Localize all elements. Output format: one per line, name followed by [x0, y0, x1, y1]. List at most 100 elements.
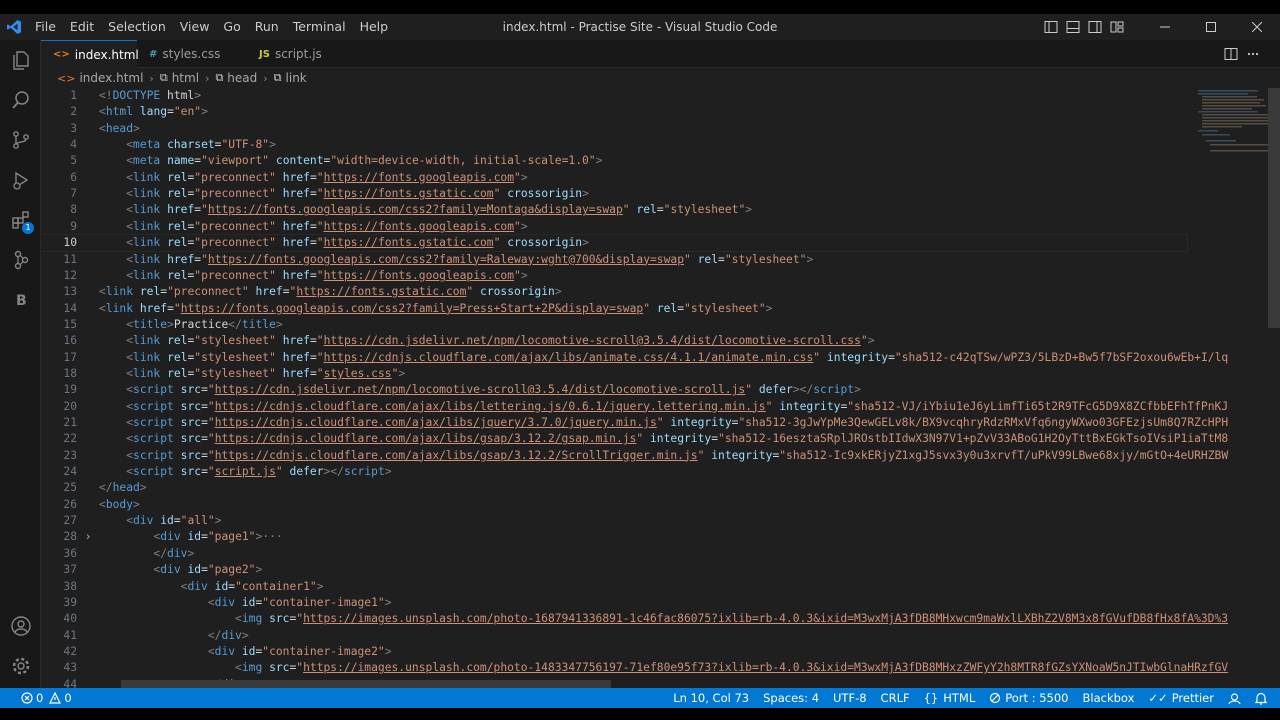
code-token: "container1"	[235, 579, 317, 593]
title-bar-controls	[1040, 14, 1280, 40]
code-line[interactable]: 10 <link rel="preconnect" href="https://…	[41, 234, 1188, 253]
git-graph-icon[interactable]	[0, 240, 41, 280]
code-line[interactable]: 7 <link rel="preconnect" href="https://f…	[41, 186, 1187, 202]
line-number: 42	[63, 644, 77, 658]
code-token: =	[201, 465, 208, 479]
code-line[interactable]: 16 <link rel="stylesheet" href="https://…	[41, 333, 1187, 349]
code-line[interactable]: 42 <div id="container-image2">	[41, 644, 1187, 660]
code-editor[interactable]: 1 <!DOCTYPE html> 2 <html lang="en"> 3 <he…	[41, 88, 1280, 688]
code-token: =	[173, 514, 181, 528]
code-line[interactable]: 39 <div id="container-image1">	[41, 595, 1187, 611]
account-icon[interactable]	[0, 606, 41, 646]
code-token: "width=device-width, initial-scale=1.0"	[330, 154, 596, 168]
code-line[interactable]: 41 </div>	[41, 628, 1187, 644]
code-line[interactable]: 2 <html lang="en">	[41, 104, 1187, 120]
code-token: href	[167, 252, 195, 266]
breadcrumb-link[interactable]: ⧉ link	[274, 71, 307, 85]
code-text: <link rel="preconnect" href="https://fon…	[99, 219, 527, 233]
code-line[interactable]: 8 <link href = "https://fonts.googleapis.c…	[41, 202, 1187, 218]
code-line[interactable]: 13 <link rel="preconnect" href="https://…	[41, 284, 1187, 300]
breadcrumb-file[interactable]: <> index.html	[57, 71, 143, 85]
close-icon[interactable]	[1234, 14, 1280, 40]
breadcrumb-head[interactable]: ⧉ head	[215, 71, 257, 85]
code-line[interactable]: 43 <img src="https://images.unsplash.com…	[41, 660, 1228, 676]
menu-view[interactable]: View	[173, 14, 217, 40]
run-debug-icon[interactable]	[0, 160, 41, 200]
customize-layout-icon[interactable]	[1106, 14, 1128, 40]
code-line[interactable]: 6 <link rel="preconnect" href="https://f…	[41, 170, 1187, 186]
fold-chevron-icon[interactable]: ›	[77, 529, 99, 545]
code-token: <	[126, 416, 134, 429]
vertical-scrollbar-thumb[interactable]	[1268, 88, 1280, 328]
problems-status[interactable]: 0 0	[14, 688, 79, 708]
code-line[interactable]: 20 <script src="https://cdnjs.cloudflare…	[41, 399, 1228, 415]
code-line[interactable]: 4 <meta charset="UTF-8">	[41, 137, 1187, 153]
code-line[interactable]: 28 › <div id="page1">···	[41, 529, 1187, 545]
language-mode[interactable]: {} HTML	[917, 688, 983, 708]
horizontal-scrollbar-thumb[interactable]	[121, 680, 611, 688]
code-token: link	[133, 219, 161, 233]
tab-script-js[interactable]: JS script.js	[247, 40, 347, 68]
more-actions-icon[interactable]	[1242, 40, 1264, 68]
code-line[interactable]: 9 <link rel="preconnect" href="https://f…	[41, 219, 1187, 235]
breadcrumb-html[interactable]: ⧉ html	[160, 71, 199, 85]
notifications-bell-icon[interactable]	[1248, 692, 1274, 705]
code-line[interactable]: 36 </div>	[41, 546, 1187, 562]
menu-selection[interactable]: Selection	[101, 14, 173, 40]
tab-index-html[interactable]: <> index.html	[41, 40, 139, 68]
code-line[interactable]: 1 <!DOCTYPE html>	[41, 88, 1187, 104]
cursor-position[interactable]: Ln 10, Col 73	[666, 688, 756, 708]
code-token: html	[105, 105, 134, 119]
maximize-icon[interactable]	[1188, 14, 1234, 40]
code-line[interactable]: 26 <body>	[41, 497, 1187, 513]
code-line[interactable]: 24 <script src="script.js" defer></scrip…	[41, 464, 1187, 480]
extensions-icon[interactable]: 1	[0, 200, 41, 240]
code-line[interactable]: 23 <script src="https://cdnjs.cloudflare…	[41, 448, 1228, 464]
code-line[interactable]: 19 <script src="https://cdn.jsdelivr.net…	[41, 382, 1187, 398]
minimize-icon[interactable]	[1142, 14, 1188, 40]
live-server-port[interactable]: Port : 5500	[982, 688, 1075, 708]
vertical-scrollbar[interactable]	[1268, 88, 1280, 688]
code-line[interactable]: 22 <script src="https://cdnjs.cloudflare…	[41, 431, 1228, 447]
code-line[interactable]: 18 <link rel="stylesheet" href="styles.c…	[41, 366, 1187, 382]
menu-run[interactable]: Run	[248, 14, 286, 40]
minimap[interactable]	[1188, 88, 1268, 688]
search-icon[interactable]	[0, 80, 41, 120]
code-line[interactable]: 40 <img src="https://images.unsplash.com…	[41, 611, 1228, 627]
menu-go[interactable]: Go	[216, 14, 247, 40]
manage-gear-icon[interactable]	[0, 646, 41, 686]
code-line[interactable]: 25 </head>	[41, 480, 1187, 496]
source-control-icon[interactable]	[0, 120, 41, 160]
code-line[interactable]: 14 <link href="https://fonts.googleapis.…	[41, 301, 1187, 317]
code-line[interactable]: 5 <meta name="viewport" content="width=d…	[41, 153, 1187, 169]
feedback-icon[interactable]	[1221, 692, 1248, 705]
code-token: >	[765, 301, 773, 315]
split-editor-icon[interactable]	[1220, 40, 1242, 68]
code-line[interactable]: 3 <head>	[41, 121, 1187, 137]
indentation[interactable]: Spaces: 4	[756, 688, 826, 708]
code-line[interactable]: 12 <link rel="preconnect" href="https://…	[41, 268, 1187, 284]
code-line[interactable]: 15 <title>Practice</title>	[41, 317, 1187, 333]
code-line[interactable]: 21 <script src="https://cdnjs.cloudflare…	[41, 415, 1228, 431]
code-line[interactable]: 38 <div id="container1">	[41, 579, 1187, 595]
code-line[interactable]: 11 <link href = "https://fonts.googleapis.…	[41, 252, 1187, 268]
prettier-status[interactable]: ✓✓ Prettier	[1141, 688, 1221, 708]
code-token: "preconnect"	[167, 285, 249, 299]
line-ending[interactable]: CRLF	[874, 688, 917, 708]
code-line[interactable]: 17 <link rel="stylesheet" href="https://…	[41, 350, 1228, 366]
tab-styles-css[interactable]: # styles.css	[137, 40, 247, 68]
toggle-primary-sidebar-icon[interactable]	[1040, 14, 1062, 40]
explorer-icon[interactable]	[0, 40, 41, 80]
menu-terminal[interactable]: Terminal	[286, 14, 353, 40]
toggle-secondary-sidebar-icon[interactable]	[1084, 14, 1106, 40]
code-line[interactable]: 37 <div id="page2">	[41, 562, 1187, 578]
blackbox-icon[interactable]: B	[0, 280, 41, 320]
code-token: script	[133, 399, 174, 413]
blackbox-status[interactable]: Blackbox	[1076, 688, 1142, 708]
encoding[interactable]: UTF-8	[826, 688, 874, 708]
menu-edit[interactable]: Edit	[63, 14, 101, 40]
toggle-panel-icon[interactable]	[1062, 14, 1084, 40]
code-line[interactable]: 27 <div id="all">	[41, 513, 1187, 529]
menu-help[interactable]: Help	[353, 14, 396, 40]
menu-file[interactable]: File	[28, 14, 63, 40]
